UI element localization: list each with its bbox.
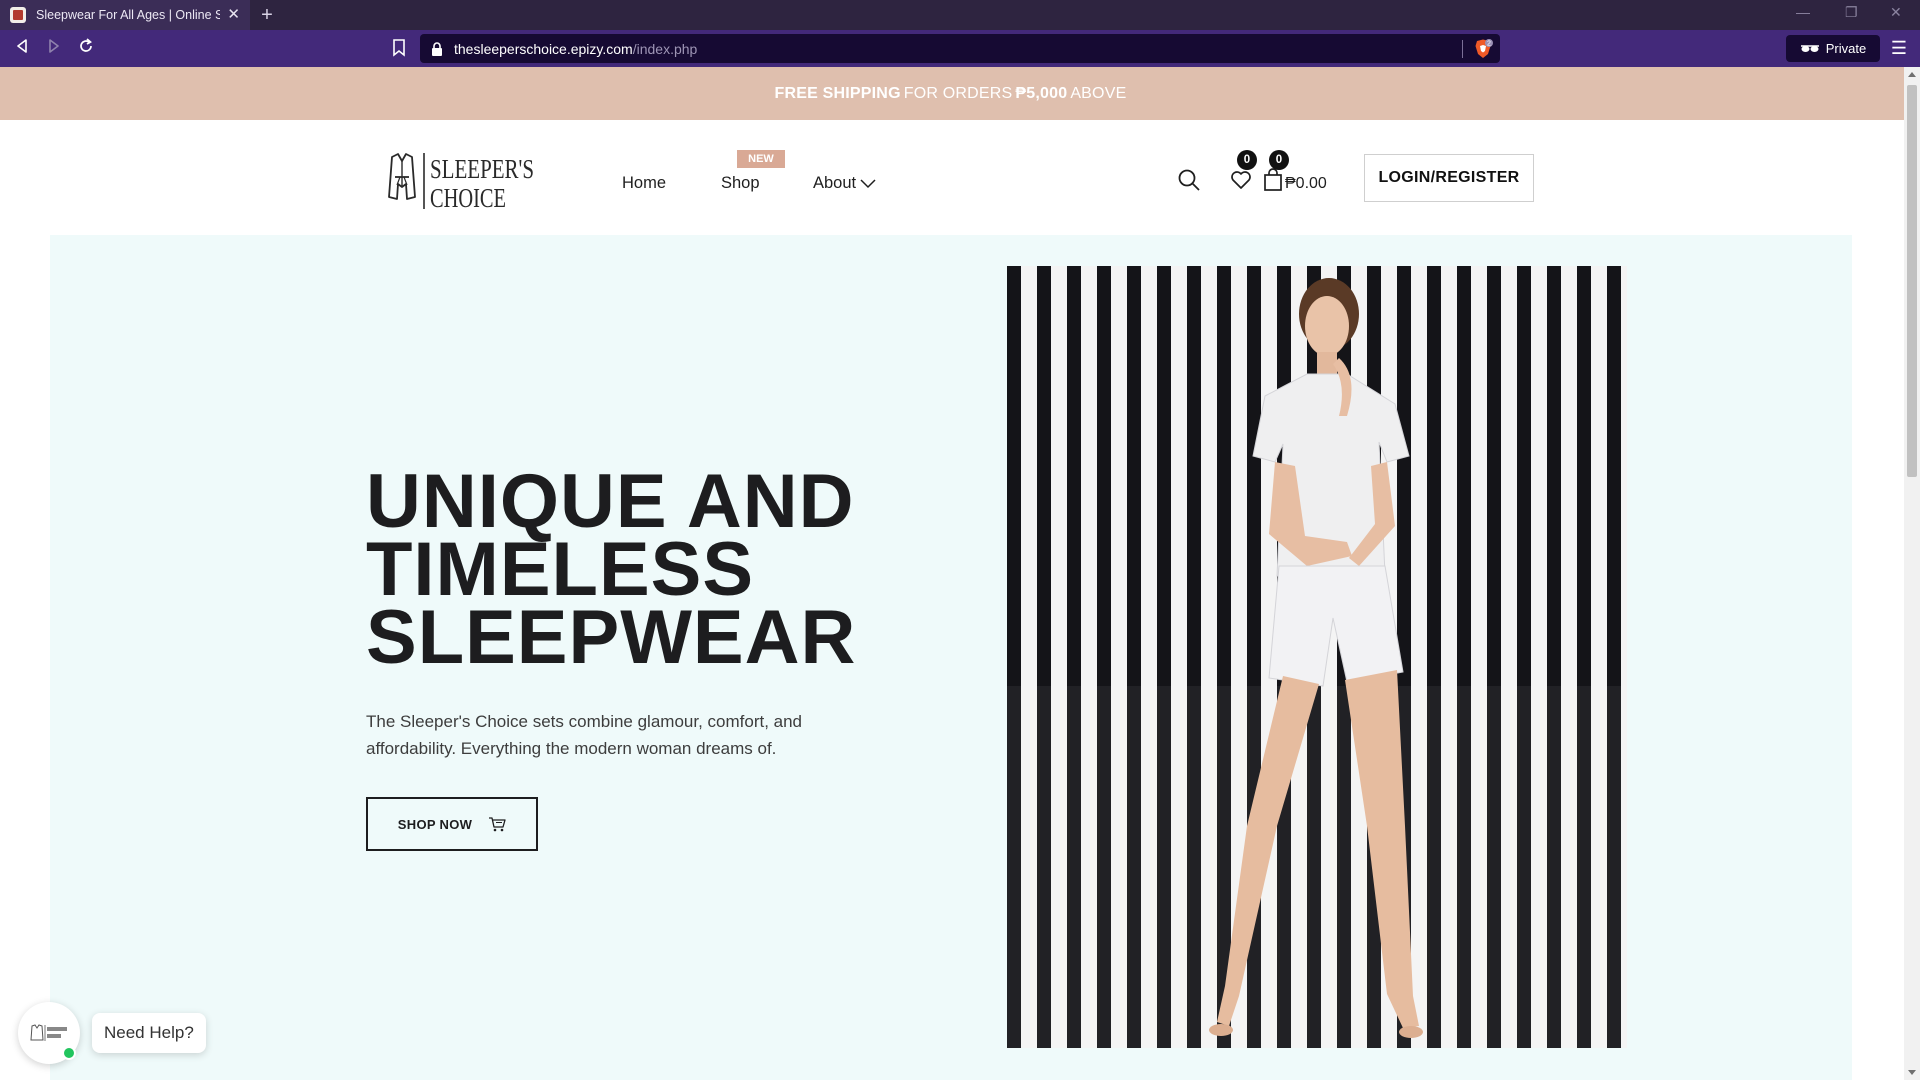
back-icon[interactable] [11,38,33,60]
site-favicon-icon [10,7,26,23]
bookmark-icon[interactable] [392,38,406,58]
browser-tab-strip: Sleepwear For All Ages | Online Sleepwea… [0,0,1920,30]
reload-icon[interactable] [75,38,97,60]
shop-now-label: SHOP NOW [397,816,473,832]
restore-icon[interactable]: ❐ [1845,4,1858,21]
page-scrollbar[interactable] [1904,67,1920,1080]
lock-icon [430,41,444,57]
site-header: SLEEPER'S CHOICE Home NEW Shop About 0 0… [0,120,1904,235]
help-chat-widget[interactable]: Need Help? [18,1002,206,1064]
url-host: thesleeperschoice.epizy.com [454,41,633,57]
nav-shop[interactable]: Shop [721,174,760,193]
hero-title-line-2: TIMELESS [366,527,755,612]
promo-for-orders: FOR ORDERS [903,84,1013,102]
shield-count: 2 [1487,41,1491,48]
cart-bag-icon[interactable] [1263,168,1283,197]
web-page: FREE SHIPPING FOR ORDERS ₱5,000 ABOVE SL… [0,67,1904,1080]
need-help-bubble[interactable]: Need Help? [92,1013,206,1053]
browser-toolbar: thesleeperschoice.epizy.com/index.php 2 … [0,30,1920,67]
nav-about[interactable]: About [813,174,876,193]
promo-free-shipping: FREE SHIPPING [774,84,901,102]
url-path: /index.php [632,41,698,57]
help-avatar[interactable] [18,1002,80,1064]
private-window-indicator[interactable]: Private [1786,35,1880,62]
logo-line-1: SLEEPER'S [430,154,534,184]
search-icon[interactable] [1177,168,1201,197]
nav-home[interactable]: Home [622,174,666,193]
hero-title-line-1: UNIQUE AND [366,459,855,544]
online-status-dot [62,1046,76,1060]
hero-title-line-3: SLEEPWEAR [366,595,857,680]
cart-total[interactable]: ₱0.00 [1285,175,1327,193]
close-window-icon[interactable]: ✕ [1890,4,1902,21]
brave-shields-icon[interactable]: 2 [1472,38,1494,60]
shopping-cart-icon [489,817,506,832]
browser-tab[interactable]: Sleepwear For All Ages | Online Sleepwea… [0,0,250,30]
promo-banner: FREE SHIPPING FOR ORDERS ₱5,000 ABOVE [0,67,1904,120]
promo-above: ABOVE [1070,84,1127,102]
wishlist-icon[interactable] [1230,169,1252,196]
hero-title: UNIQUE AND TIMELESS SLEEPWEAR [366,459,926,680]
minimize-icon[interactable]: — [1796,4,1810,20]
scrollbar-thumb[interactable] [1907,85,1917,477]
site-logo[interactable]: SLEEPER'S CHOICE [384,151,536,213]
login-register-button[interactable]: LOGIN/REGISTER [1364,154,1534,202]
shop-new-badge: NEW [737,150,785,168]
forward-icon[interactable] [43,38,65,60]
hero-description: The Sleeper's Choice sets combine glamou… [366,712,803,758]
browser-menu-icon[interactable]: ☰ [1890,38,1908,58]
hero-section: UNIQUE AND TIMELESS SLEEPWEAR The Sleepe… [50,235,1852,1080]
promo-amount: ₱5,000 [1015,84,1068,102]
url-divider [1462,40,1463,58]
close-tab-icon[interactable]: ✕ [227,6,240,24]
shop-now-button[interactable]: SHOP NOW [366,797,538,851]
nav-about-label: About [813,174,857,192]
wishlist-count-badge: 0 [1237,150,1257,170]
logo-line-2: CHOICE [430,183,506,213]
chevron-down-icon [860,178,876,188]
cart-count-badge: 0 [1269,150,1289,170]
new-tab-button[interactable]: + [255,3,279,27]
tab-title: Sleepwear For All Ages | Online Sleepwea… [36,8,220,22]
help-logo-icon [30,1024,67,1041]
url-text: thesleeperschoice.epizy.com/index.php [454,41,697,57]
scroll-up-icon[interactable] [1908,72,1916,77]
private-glasses-icon [1800,44,1819,52]
hero-model-photo [1007,266,1627,1048]
private-label: Private [1825,41,1867,56]
address-bar[interactable]: thesleeperschoice.epizy.com/index.php 2 [420,34,1500,63]
scroll-down-icon[interactable] [1908,1070,1916,1075]
